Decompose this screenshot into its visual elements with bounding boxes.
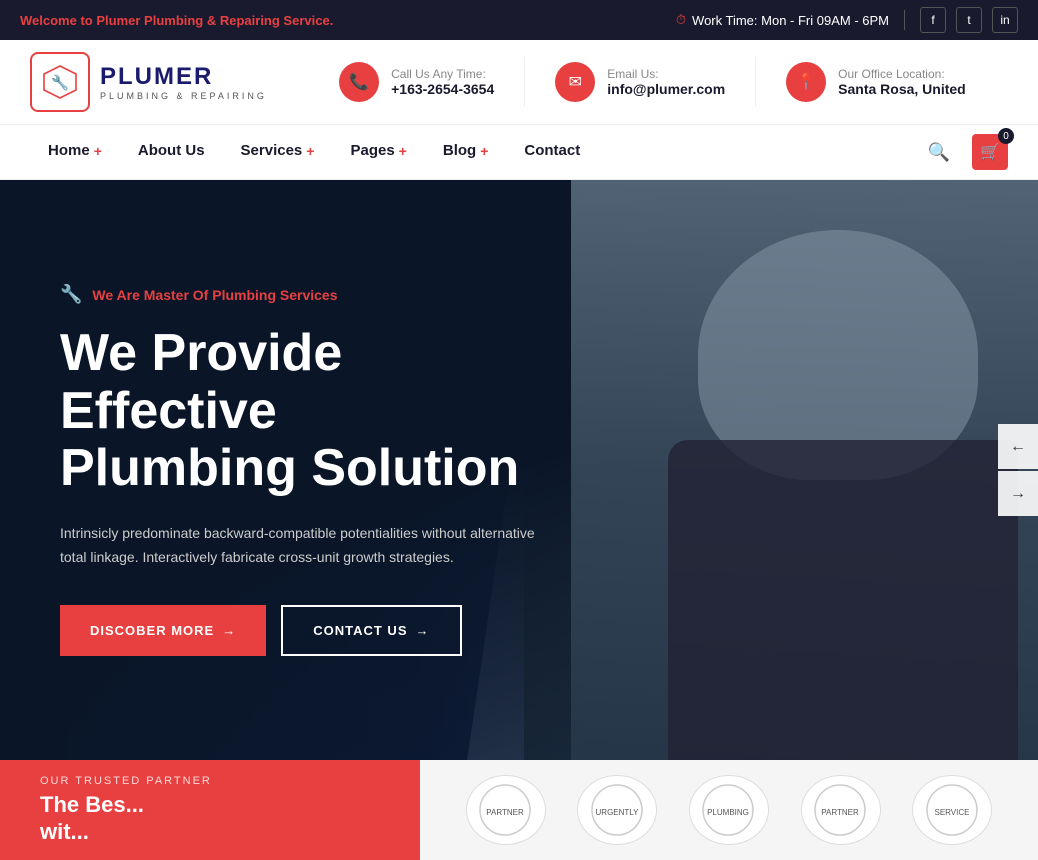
logo-text: PLUMER PLUMBING & REPAIRING — [100, 63, 267, 101]
partner-logo-2: URGENTLY — [577, 775, 657, 845]
discover-more-button[interactable]: DISCOBER MORE → — [60, 605, 266, 656]
facebook-icon[interactable]: f — [920, 7, 946, 33]
phone-icon: 📞 — [339, 62, 379, 102]
trusted-left: OUR TRUSTED PARTNER The Bes... wit... — [0, 760, 420, 860]
slider-next-button[interactable]: → — [998, 471, 1038, 516]
hero-section: 🔧 We Are Master Of Plumbing Services We … — [0, 180, 1038, 760]
logo-area: 🔧 PLUMER PLUMBING & REPAIRING — [30, 52, 267, 112]
nav-services[interactable]: Services+ — [223, 125, 333, 180]
phone-info: Call Us Any Time: +163-2654-3654 — [391, 67, 494, 97]
hero-content: 🔧 We Are Master Of Plumbing Services We … — [0, 284, 600, 655]
nav-blog[interactable]: Blog+ — [425, 125, 507, 180]
cart-button[interactable]: 🛒 0 — [972, 134, 1008, 170]
email-info: Email Us: info@plumer.com — [607, 67, 725, 97]
top-bar: Welcome to Plumer Plumbing & Repairing S… — [0, 0, 1038, 40]
trusted-section: OUR TRUSTED PARTNER The Bes... wit... PA… — [0, 760, 1038, 860]
svg-text:PARTNER: PARTNER — [821, 808, 859, 817]
hero-tag: 🔧 We Are Master Of Plumbing Services — [60, 284, 540, 305]
svg-text:PARTNER: PARTNER — [487, 808, 525, 817]
linkedin-icon[interactable]: in — [992, 7, 1018, 33]
nav-about[interactable]: About Us — [120, 125, 223, 180]
nav-home[interactable]: Home+ — [30, 125, 120, 180]
top-bar-right: ⏱ Work Time: Mon - Fri 09AM - 6PM f t in — [676, 7, 1018, 33]
navbar: Home+ About Us Services+ Pages+ Blog+ Co… — [0, 125, 1038, 180]
trusted-logos: PARTNER URGENTLY PLUMBING PARTNER SE — [420, 760, 1038, 860]
nav-right: 🔍 🛒 0 — [921, 134, 1008, 170]
nav-pages[interactable]: Pages+ — [332, 125, 424, 180]
partner-logo-3: PLUMBING — [689, 775, 769, 845]
header: 🔧 PLUMER PLUMBING & REPAIRING 📞 Call Us … — [0, 40, 1038, 125]
wrench-icon: 🔧 — [60, 284, 82, 305]
contact-us-button[interactable]: CONTACT US → — [281, 605, 461, 656]
location-info: Our Office Location: Santa Rosa, United — [838, 67, 966, 97]
hero-description: Intrinsicly predominate backward-compati… — [60, 522, 540, 570]
trusted-title: The Bes... wit... — [40, 792, 380, 845]
arrow-right-icon: → — [222, 623, 236, 638]
work-time: ⏱ Work Time: Mon - Fri 09AM - 6PM — [676, 12, 889, 28]
hero-title: We Provide Effective Plumbing Solution — [60, 325, 540, 497]
logo-subtitle: PLUMBING & REPAIRING — [100, 91, 267, 101]
svg-text:SERVICE: SERVICE — [934, 808, 969, 817]
hero-buttons: DISCOBER MORE → CONTACT US → — [60, 605, 540, 656]
partner-logo-1: PARTNER — [466, 775, 546, 845]
svg-text:🔧: 🔧 — [51, 74, 69, 92]
svg-text:PLUMBING: PLUMBING — [708, 808, 750, 817]
nav-items: Home+ About Us Services+ Pages+ Blog+ Co… — [30, 125, 921, 180]
header-contacts: 📞 Call Us Any Time: +163-2654-3654 ✉ Ema… — [297, 57, 1008, 107]
divider — [904, 10, 905, 30]
nav-contact[interactable]: Contact — [506, 125, 598, 180]
separator2 — [755, 57, 756, 107]
partner-logo-5: SERVICE — [912, 775, 992, 845]
cart-count: 0 — [998, 128, 1014, 144]
logo-icon: 🔧 — [30, 52, 90, 112]
social-icons: f t in — [920, 7, 1018, 33]
separator — [524, 57, 525, 107]
email-contact: ✉ Email Us: info@plumer.com — [555, 57, 725, 107]
svg-text:URGENTLY: URGENTLY — [595, 808, 639, 817]
clock-icon: ⏱ — [676, 12, 686, 28]
email-icon: ✉ — [555, 62, 595, 102]
logo-title: PLUMER — [100, 63, 267, 91]
phone-contact: 📞 Call Us Any Time: +163-2654-3654 — [339, 57, 494, 107]
slider-prev-button[interactable]: ← — [998, 424, 1038, 469]
twitter-icon[interactable]: t — [956, 7, 982, 33]
trusted-label: OUR TRUSTED PARTNER — [40, 775, 380, 787]
search-button[interactable]: 🔍 — [921, 134, 957, 170]
location-icon: 📍 — [786, 62, 826, 102]
partner-logo-4: PARTNER — [801, 775, 881, 845]
welcome-message: Welcome to Plumer Plumbing & Repairing S… — [20, 13, 333, 28]
location-contact: 📍 Our Office Location: Santa Rosa, Unite… — [786, 57, 966, 107]
arrow-right-icon2: → — [416, 623, 430, 638]
slider-arrows: ← → — [998, 424, 1038, 516]
